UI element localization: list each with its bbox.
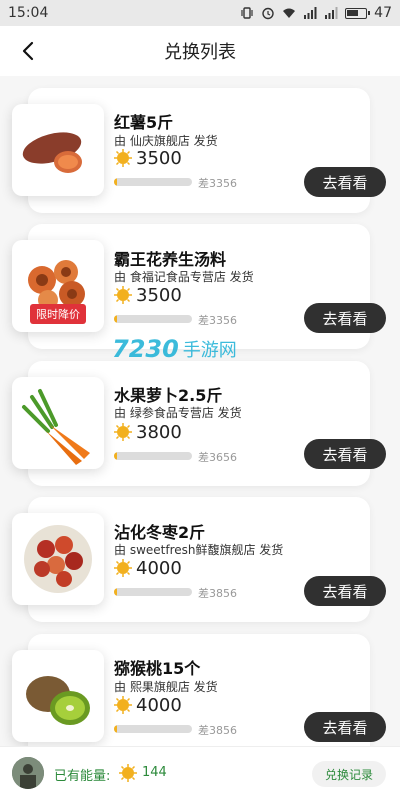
battery-percent: 47 — [374, 5, 392, 21]
points-difference: 差3656 — [198, 451, 237, 464]
coin-icon — [114, 423, 132, 441]
product-image-kiwi[interactable] — [12, 650, 104, 742]
watermark-text: 手游网 — [182, 340, 237, 361]
product-name: 猕猴桃15个 — [114, 659, 201, 678]
product-store: 由 熙果旗舰店 发货 — [114, 680, 218, 694]
battery-icon — [345, 7, 371, 19]
product-image-jujube[interactable] — [12, 513, 104, 605]
bottom-bar: 已有能量: 144 兑换记录 — [0, 746, 400, 800]
points-difference: 差3856 — [198, 724, 237, 737]
progress-fill — [114, 588, 118, 596]
watermark-number: 7230 — [112, 335, 179, 363]
progress-fill — [114, 452, 118, 460]
page-title: 兑换列表 — [164, 42, 236, 63]
product-store: 由 sweetfresh鲜馥旗舰店 发货 — [114, 543, 284, 557]
progress-fill — [114, 725, 118, 733]
sale-badge: 限时降价 — [30, 304, 86, 324]
product-store: 由 仙庆旗舰店 发货 — [114, 134, 218, 148]
points-difference: 差3356 — [198, 177, 237, 190]
product-store: 由 食福记食品专营店 发货 — [114, 270, 254, 284]
header: 兑换列表 — [0, 26, 400, 76]
status-bar: 15:04 47 — [0, 0, 400, 26]
progress-bar — [114, 725, 192, 733]
coin-icon — [119, 764, 137, 782]
product-name: 霸王花养生汤料 — [114, 250, 227, 269]
watermark-logo: 7230 手游网 — [112, 335, 237, 363]
chevron-left-icon — [22, 41, 34, 61]
product-price: 3500 — [136, 285, 182, 306]
product-image-carrot[interactable] — [12, 377, 104, 469]
product-image-abalone[interactable]: 限时降价 — [12, 240, 104, 332]
energy-value: 144 — [142, 765, 167, 780]
product-name: 沾化冬枣2斤 — [114, 523, 206, 542]
coin-icon — [114, 559, 132, 577]
energy-label: 已有能量: — [54, 769, 111, 784]
coin-icon — [114, 286, 132, 304]
back-button[interactable] — [16, 38, 40, 64]
signal-icon — [325, 7, 338, 19]
progress-fill — [114, 178, 118, 186]
points-difference: 差3356 — [198, 314, 237, 327]
status-time: 15:04 — [8, 5, 49, 21]
product-price: 3500 — [136, 148, 182, 169]
progress-bar — [114, 178, 192, 186]
product-price: 3800 — [136, 422, 182, 443]
view-button[interactable]: 去看看 — [304, 167, 386, 197]
progress-bar — [114, 588, 192, 596]
product-list: 红薯5斤 由 仙庆旗舰店 发货 3500 差3356 去看看 限时降价 霸王花养… — [0, 76, 400, 746]
avatar[interactable] — [12, 757, 44, 789]
progress-bar — [114, 452, 192, 460]
product-price: 4000 — [136, 558, 182, 579]
progress-fill — [114, 315, 118, 323]
progress-bar — [114, 315, 192, 323]
vibrate-icon — [241, 7, 253, 19]
product-price: 4000 — [136, 695, 182, 716]
view-button[interactable]: 去看看 — [304, 712, 386, 742]
signal-4g-icon — [304, 7, 317, 19]
points-difference: 差3856 — [198, 587, 237, 600]
product-store: 由 绿参食品专营店 发货 — [114, 406, 242, 420]
view-button[interactable]: 去看看 — [304, 303, 386, 333]
coin-icon — [114, 696, 132, 714]
product-image-sweet-potato[interactable] — [12, 104, 104, 196]
wifi-icon — [283, 8, 296, 18]
exchange-records-button[interactable]: 兑换记录 — [312, 761, 386, 787]
product-name: 红薯5斤 — [114, 113, 174, 132]
view-button[interactable]: 去看看 — [304, 576, 386, 606]
view-button[interactable]: 去看看 — [304, 439, 386, 469]
coin-icon — [114, 149, 132, 167]
alarm-icon — [262, 7, 274, 20]
product-name: 水果萝卜2.5斤 — [114, 386, 223, 405]
